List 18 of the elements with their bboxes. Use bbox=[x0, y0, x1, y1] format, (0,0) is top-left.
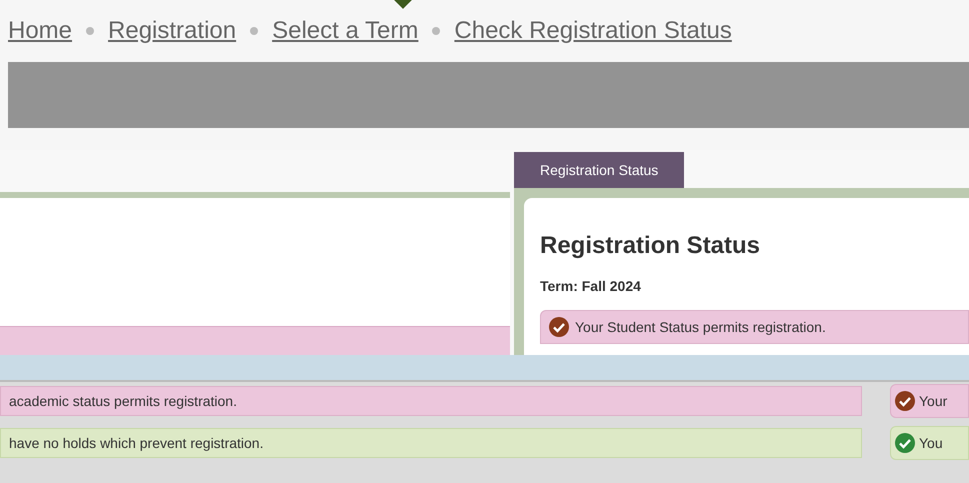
status-message: academic status permits registration. bbox=[0, 386, 862, 416]
breadcrumb-link[interactable]: Registration bbox=[108, 17, 236, 45]
tab[interactable]: Registration Status bbox=[514, 152, 684, 188]
message-text: Your bbox=[919, 393, 948, 409]
panel-heading: Registration Status bbox=[540, 232, 762, 260]
separator-dot bbox=[86, 27, 94, 35]
breadcrumb-link[interactable]: Check Registration Status bbox=[454, 17, 732, 45]
message-text: Your Student Status permits registration. bbox=[575, 319, 826, 335]
check-icon bbox=[895, 391, 915, 411]
separator-dot bbox=[250, 27, 258, 35]
separator-dot bbox=[432, 27, 440, 35]
status-message: have no holds which prevent registration. bbox=[0, 428, 862, 458]
breadcrumb-link[interactable]: Select a Term bbox=[272, 17, 418, 45]
breadcrumb-link[interactable]: Home bbox=[8, 17, 72, 45]
check-icon bbox=[895, 433, 915, 453]
check-icon bbox=[549, 317, 569, 337]
message-text: You bbox=[919, 435, 943, 451]
term-label: Term: Fall 2024 bbox=[540, 278, 642, 294]
